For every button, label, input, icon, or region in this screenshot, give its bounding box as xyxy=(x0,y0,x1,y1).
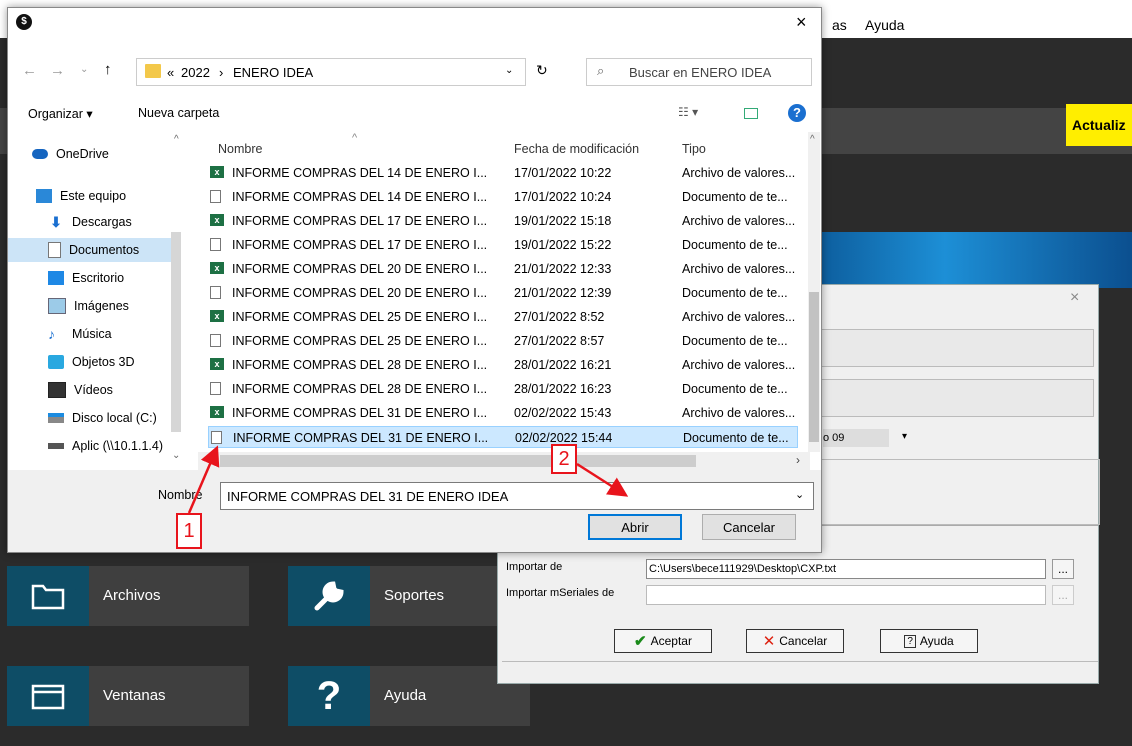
arrow-two xyxy=(576,462,629,497)
annotation-arrows xyxy=(187,445,629,514)
arrow-one xyxy=(187,445,220,514)
